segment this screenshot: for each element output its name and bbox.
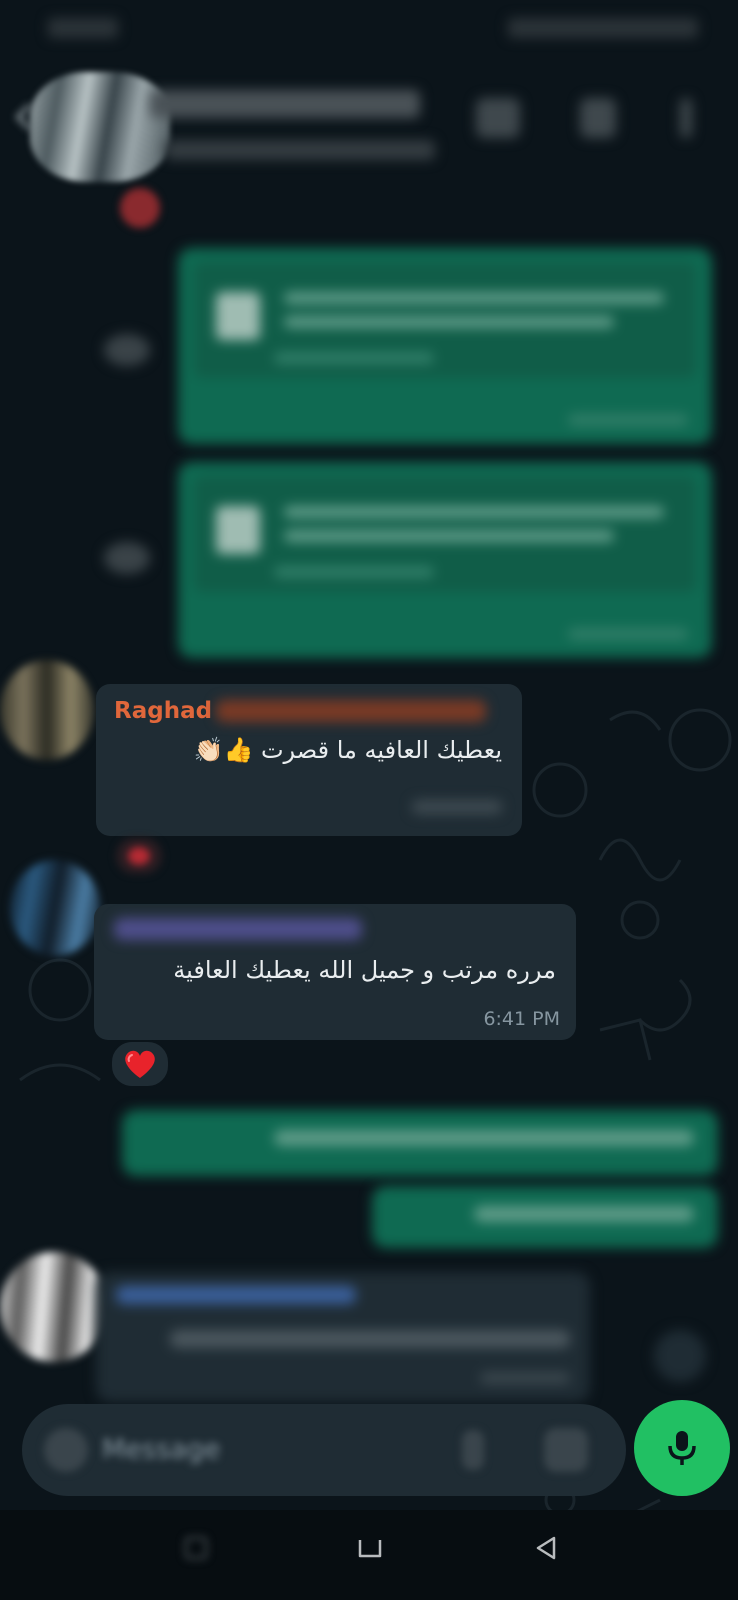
nav-recents-icon[interactable] xyxy=(180,1532,212,1564)
message-input[interactable]: Message xyxy=(102,1434,220,1465)
blurred-reaction xyxy=(116,838,162,874)
document-meta xyxy=(274,566,434,578)
message-text: يعطيك العافيه ما قصرت 👍👏🏻 xyxy=(193,736,502,764)
outgoing-message[interactable] xyxy=(122,1110,718,1176)
sender-phone xyxy=(216,700,486,722)
document-name-line-2 xyxy=(284,530,614,542)
sender-avatar[interactable] xyxy=(0,1252,108,1362)
message-input-bar[interactable]: Message xyxy=(22,1404,626,1496)
nav-home-icon[interactable] xyxy=(354,1532,386,1564)
scroll-down-button[interactable] xyxy=(654,1330,706,1382)
heart-icon xyxy=(125,1050,155,1078)
video-call-icon[interactable] xyxy=(476,98,520,138)
message-time xyxy=(412,800,502,814)
attach-icon[interactable] xyxy=(462,1430,484,1470)
system-nav-bar xyxy=(0,1510,738,1600)
message-time xyxy=(568,414,688,426)
chat-participants xyxy=(165,140,435,160)
sender-avatar[interactable] xyxy=(0,660,94,760)
document-meta xyxy=(274,352,434,364)
document-preview xyxy=(194,476,696,592)
chat-title[interactable] xyxy=(150,90,420,118)
forward-icon[interactable] xyxy=(104,334,150,366)
sender-name: Raghad xyxy=(114,698,213,724)
incoming-message[interactable] xyxy=(96,1272,590,1402)
message-time xyxy=(568,628,688,640)
camera-icon[interactable] xyxy=(544,1428,588,1472)
status-time xyxy=(48,18,118,38)
incoming-message[interactable]: مرره مرتب و جميل الله يعطيك العافية 6:41… xyxy=(94,904,576,1040)
status-indicators xyxy=(508,18,698,38)
document-preview xyxy=(194,262,696,378)
outgoing-document-message[interactable] xyxy=(178,462,712,658)
outgoing-document-message[interactable] xyxy=(178,248,712,444)
mic-button[interactable] xyxy=(634,1400,730,1496)
unread-badge xyxy=(120,188,160,228)
incoming-message[interactable]: Raghad يعطيك العافيه ما قصرت 👍👏🏻 xyxy=(96,684,522,836)
sender-name xyxy=(114,918,362,940)
mic-icon xyxy=(668,1431,696,1465)
sender-avatar[interactable] xyxy=(10,860,100,956)
document-icon xyxy=(216,506,260,554)
nav-back-icon[interactable] xyxy=(530,1532,562,1564)
document-name xyxy=(284,292,664,304)
heart-reaction[interactable] xyxy=(110,1040,170,1088)
phone-icon[interactable] xyxy=(580,98,616,138)
forward-icon[interactable] xyxy=(104,542,150,574)
document-name xyxy=(284,506,664,518)
group-avatar[interactable] xyxy=(30,72,170,182)
more-icon[interactable] xyxy=(680,98,692,138)
outgoing-message[interactable] xyxy=(372,1186,718,1248)
chat-header xyxy=(0,62,738,228)
emoji-icon[interactable] xyxy=(44,1428,88,1472)
message-text: مرره مرتب و جميل الله يعطيك العافية xyxy=(173,956,556,984)
status-bar xyxy=(0,0,738,60)
document-icon xyxy=(216,292,260,340)
document-name-line-2 xyxy=(284,316,614,328)
message-time: 6:41 PM xyxy=(483,1008,560,1030)
